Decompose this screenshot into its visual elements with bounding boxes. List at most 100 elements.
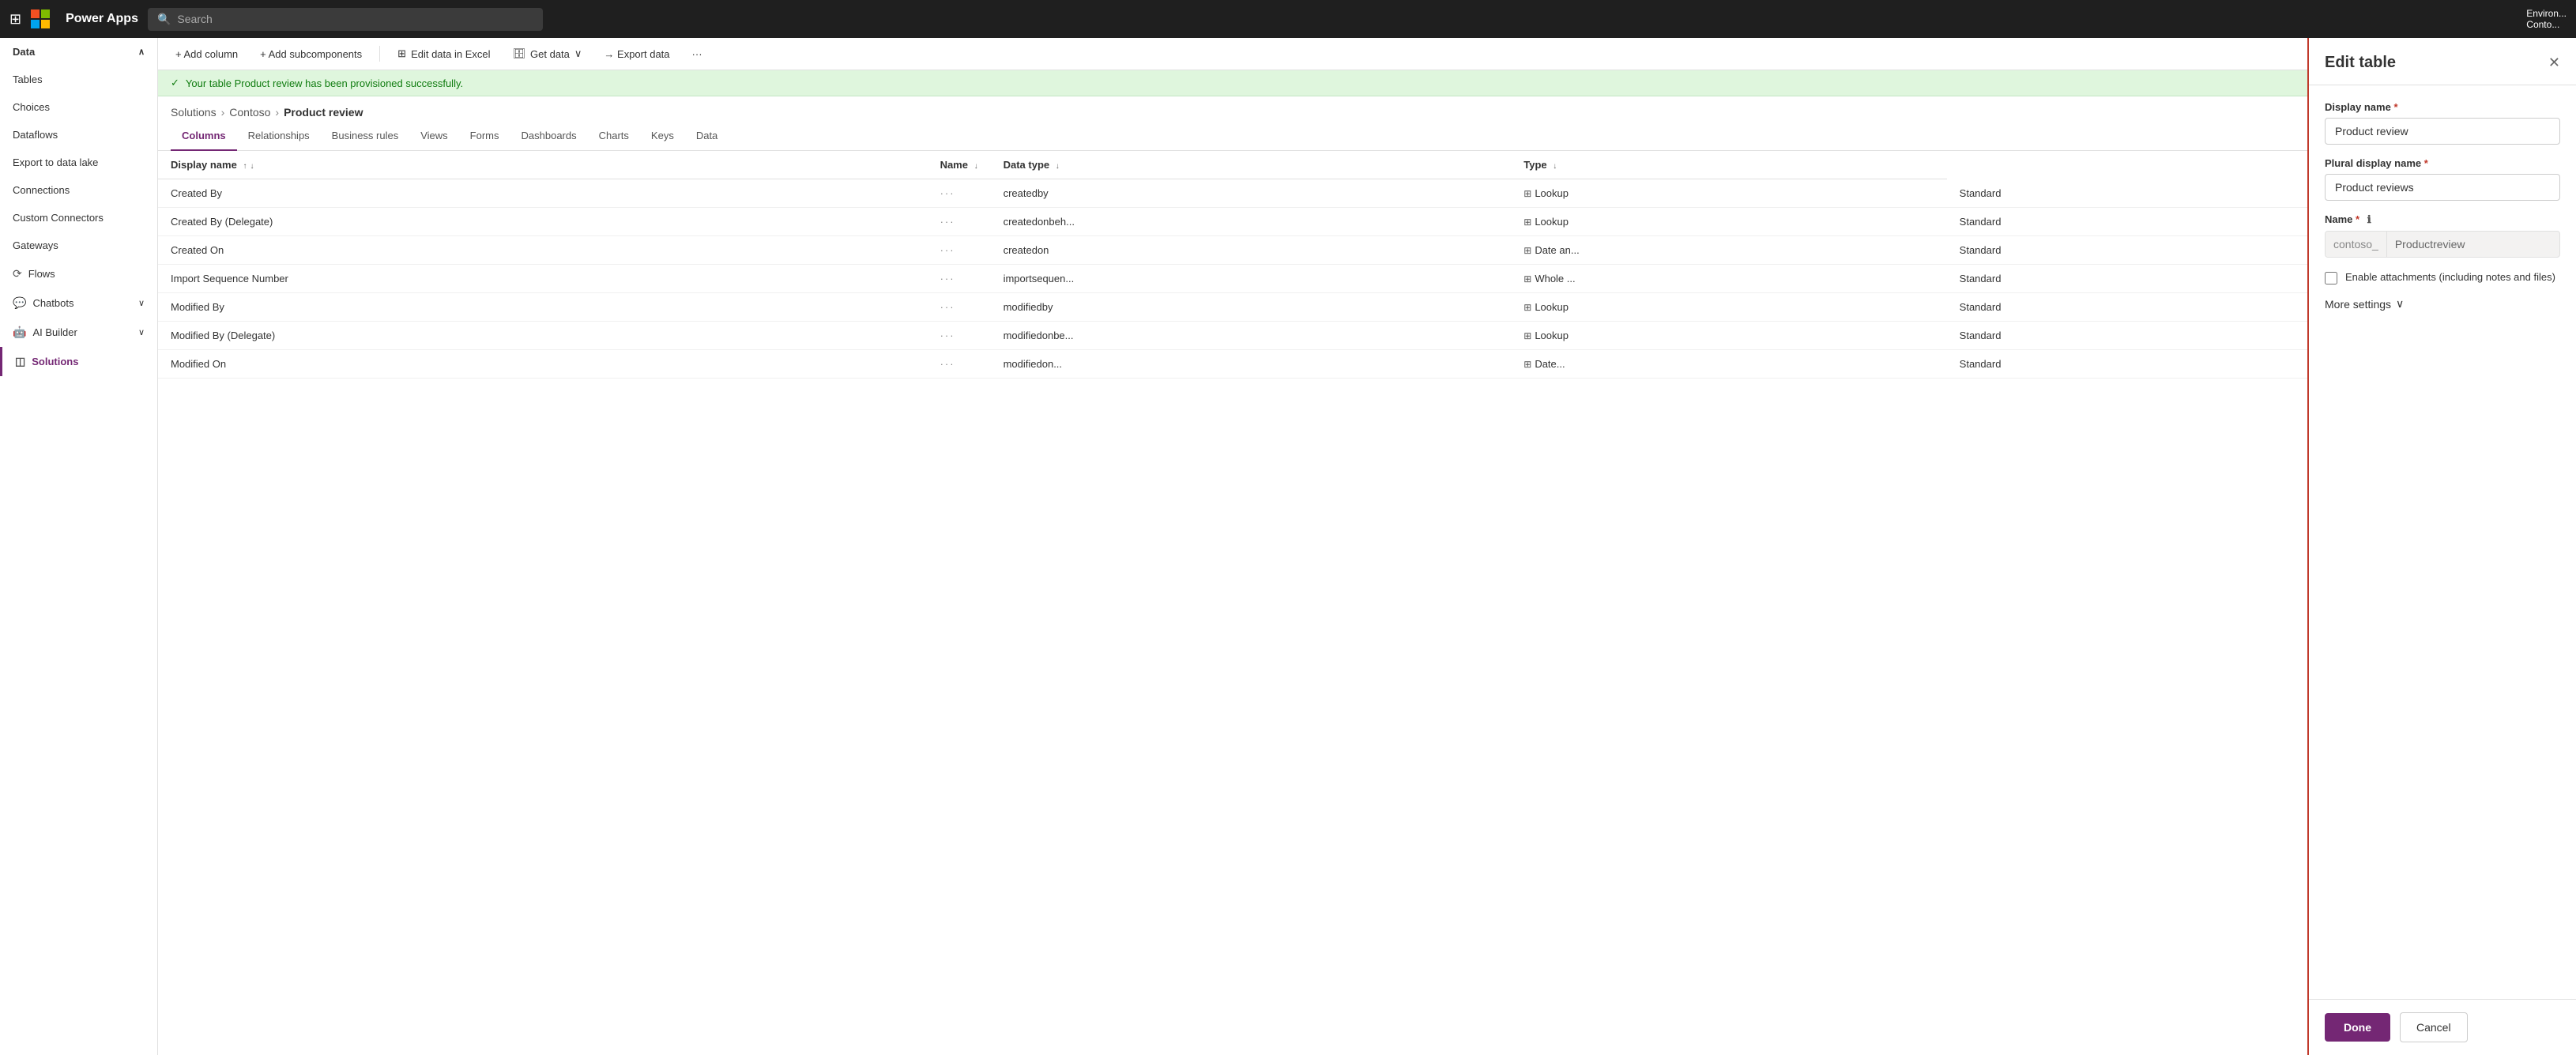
get-data-button[interactable]: 🗄 Get data ∨ [508,44,587,63]
add-column-label: + Add column [175,48,238,60]
cell-dots[interactable]: ··· [928,265,991,293]
table-header-row: Display name ↑↓ Name ↓ Data type ↓ Type … [158,151,2307,179]
cell-name: createdonbeh... [991,208,1512,236]
cell-dots[interactable]: ··· [928,179,991,208]
col-data-type[interactable]: Data type ↓ [991,151,1512,179]
sidebar-item-flows[interactable]: ⟳ Flows [0,259,157,288]
col-display-name[interactable]: Display name ↑↓ [158,151,928,179]
content-area: + Add column + Add subcomponents ⊞ Edit … [158,38,2307,1055]
breadcrumb-sep2: › [275,106,279,119]
sidebar-section-header: Data ∧ [0,38,157,66]
table-row: Modified By (Delegate) ··· modifiedonbe.… [158,322,2307,350]
enable-attachments-row: Enable attachments (including notes and … [2325,270,2560,284]
cell-type: Standard [1947,236,2307,265]
sidebar-item-solutions[interactable]: ◫ Solutions [0,347,157,376]
tab-charts[interactable]: Charts [588,122,640,151]
tab-columns[interactable]: Columns [171,122,237,151]
sidebar-item-choices[interactable]: Choices [0,93,157,121]
tab-data[interactable]: Data [685,122,729,151]
cancel-button[interactable]: Cancel [2400,1012,2468,1042]
breadcrumb-contoso[interactable]: Contoso [229,106,270,119]
sidebar-item-gateways[interactable]: Gateways [0,232,157,259]
flows-icon: ⟳ [13,267,22,281]
tab-forms[interactable]: Forms [459,122,510,151]
panel-body: Display name * Plural display name * Nam… [2309,85,2576,999]
waffle-icon[interactable]: ⊞ [9,11,21,28]
done-button[interactable]: Done [2325,1013,2390,1042]
sidebar-item-chatbots[interactable]: 💬 Chatbots ∨ [0,288,157,318]
app-name: Power Apps [66,12,138,26]
more-settings-button[interactable]: More settings ∨ [2325,297,2560,311]
display-name-required: * [2393,101,2397,113]
name-info-icon[interactable]: ℹ [2367,213,2371,225]
display-name-input[interactable] [2325,118,2560,145]
search-icon: 🔍 [157,13,171,26]
cell-dots[interactable]: ··· [928,208,991,236]
col-type[interactable]: Type ↓ [1511,151,1946,179]
cell-dots[interactable]: ··· [928,350,991,379]
name-prefix: contoso_ [2326,232,2387,257]
get-data-label: Get data [530,48,570,60]
cell-data-type: ⊞Lookup [1511,179,1946,208]
sidebar-item-connectors[interactable]: Custom Connectors [0,204,157,232]
cell-display-name: Created By [158,179,928,208]
search-bar[interactable]: 🔍 [148,8,543,31]
cell-data-type: ⊞Date an... [1511,236,1946,265]
cell-dots[interactable]: ··· [928,322,991,350]
edit-panel: Edit table ✕ Display name * Plural displ… [2307,38,2576,1055]
cell-dots[interactable]: ··· [928,293,991,322]
export-data-button[interactable]: → Export data [599,45,674,63]
breadcrumb-current: Product review [284,106,363,119]
cell-display-name: Created By (Delegate) [158,208,928,236]
panel-footer: Done Cancel [2309,999,2576,1055]
gateways-label: Gateways [13,239,58,251]
plural-required: * [2424,157,2428,169]
table-row: Created On ··· createdon ⊞Date an... Sta… [158,236,2307,265]
ai-icon: 🤖 [13,326,26,339]
cell-data-type: ⊞Whole ... [1511,265,1946,293]
add-column-button[interactable]: + Add column [171,45,243,63]
breadcrumb: Solutions › Contoso › Product review [158,96,2307,122]
banner-message: Your table Product review has been provi… [186,77,463,89]
cell-data-type: ⊞Lookup [1511,322,1946,350]
plural-name-input[interactable] [2325,174,2560,201]
choices-label: Choices [13,101,50,113]
tab-relationships[interactable]: Relationships [237,122,321,151]
col-name[interactable]: Name ↓ [928,151,991,179]
panel-close-button[interactable]: ✕ [2548,55,2560,71]
tab-views[interactable]: Views [409,122,458,151]
sidebar-section-label: Data [13,46,35,58]
more-settings-label: More settings [2325,298,2391,311]
get-data-icon: 🗄 [513,47,526,60]
add-subcomponents-button[interactable]: + Add subcomponents [255,45,367,63]
data-table: Display name ↑↓ Name ↓ Data type ↓ Type … [158,151,2307,379]
sidebar-item-aibuilder[interactable]: 🤖 AI Builder ∨ [0,318,157,347]
cell-data-type: ⊞Date... [1511,350,1946,379]
tab-keys[interactable]: Keys [640,122,685,151]
connectors-label: Custom Connectors [13,212,104,224]
enable-attachments-checkbox[interactable] [2325,272,2337,284]
cell-type: Standard [1947,179,2307,208]
more-options-button[interactable]: ··· [687,45,707,63]
sidebar-item-dataflows[interactable]: Dataflows [0,121,157,149]
export-label: Export to data lake [13,156,98,168]
sidebar: Data ∧ Tables Choices Dataflows Export t… [0,38,158,1055]
solutions-label: Solutions [32,356,78,367]
plural-name-label: Plural display name * [2325,157,2560,169]
sidebar-item-connections[interactable]: Connections [0,176,157,204]
cell-name: modifiedby [991,293,1512,322]
tab-dashboards[interactable]: Dashboards [510,122,588,151]
breadcrumb-solutions[interactable]: Solutions [171,106,217,119]
edit-excel-button[interactable]: ⊞ Edit data in Excel [393,44,495,63]
nav-right: Environ... Conto... [2526,8,2567,30]
cell-type: Standard [1947,208,2307,236]
sidebar-item-export[interactable]: Export to data lake [0,149,157,176]
dataflows-label: Dataflows [13,129,58,141]
cell-dots[interactable]: ··· [928,236,991,265]
search-input[interactable] [177,13,533,25]
sidebar-item-tables[interactable]: Tables [0,66,157,93]
tab-business-rules[interactable]: Business rules [321,122,410,151]
sidebar-collapse-icon[interactable]: ∧ [138,47,145,57]
more-settings-chevron-icon: ∨ [2396,297,2404,311]
name-field: Name * ℹ contoso_ Productreview [2325,213,2560,258]
